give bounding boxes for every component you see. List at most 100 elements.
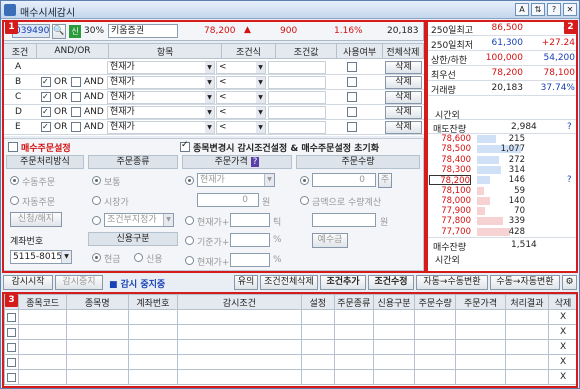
base-plus-label: 기준가+ xyxy=(197,238,230,248)
bid-level[interactable]: 77,700 428 xyxy=(427,227,577,237)
or-checkbox[interactable]: ✓ xyxy=(41,122,51,132)
row-checkbox[interactable] xyxy=(7,342,17,352)
base-plus-radio[interactable] xyxy=(185,236,194,245)
and-checkbox[interactable] xyxy=(71,107,81,117)
deposit-button[interactable]: 예수금 xyxy=(312,233,348,248)
market-order-radio[interactable] xyxy=(92,196,101,205)
base-pct-input[interactable] xyxy=(230,233,270,247)
reset-on-change-checkbox[interactable] xyxy=(180,140,190,152)
or-checkbox[interactable]: ✓ xyxy=(41,107,51,117)
operator-select[interactable]: < ▼ xyxy=(216,76,266,89)
condition-value-input[interactable] xyxy=(268,76,326,89)
bid-level[interactable]: 78,000 140 xyxy=(427,196,577,206)
ask-level[interactable]: 78,200 146? xyxy=(427,175,577,186)
bid-level[interactable]: 77,900 70 xyxy=(427,206,577,216)
row-checkbox[interactable] xyxy=(7,372,17,382)
auto-to-manual-button[interactable]: 자동→수동변환 xyxy=(416,275,488,290)
apply-cancel-button[interactable]: 신청/해지 xyxy=(10,212,62,227)
bid-level[interactable]: 78,100 59 xyxy=(427,186,577,196)
note-button[interactable]: 유의 xyxy=(234,275,258,290)
operator-select[interactable]: < ▼ xyxy=(216,121,266,134)
price-type-select[interactable]: 현재가 ▼ xyxy=(197,173,275,187)
and-checkbox[interactable] xyxy=(71,122,81,132)
row-delete-button[interactable]: X xyxy=(548,369,578,385)
tick-input[interactable] xyxy=(230,213,270,227)
bid-level[interactable]: 77,800 339 xyxy=(427,216,577,226)
condition-value-input[interactable] xyxy=(268,61,326,74)
amount-radio[interactable] xyxy=(300,196,309,205)
row-delete-button[interactable]: X xyxy=(548,339,578,355)
price-select-radio[interactable] xyxy=(185,176,194,185)
qty-radio[interactable] xyxy=(300,176,309,185)
start-watch-button[interactable]: 감시시작 xyxy=(3,275,53,290)
use-checkbox[interactable] xyxy=(347,77,357,87)
item-select[interactable]: 현재가 ▼ xyxy=(107,91,215,104)
close-button[interactable]: ✕ xyxy=(563,3,577,16)
use-checkbox[interactable] xyxy=(347,92,357,102)
operator-select[interactable]: < ▼ xyxy=(216,61,266,74)
buy-order-checkbox[interactable] xyxy=(8,142,18,152)
row-checkbox[interactable] xyxy=(7,327,17,337)
or-checkbox[interactable]: ✓ xyxy=(41,92,51,102)
stop-watch-button[interactable]: 감시중지 xyxy=(55,275,103,290)
use-checkbox[interactable] xyxy=(347,62,357,72)
use-checkbox[interactable] xyxy=(347,107,357,117)
item-select[interactable]: 현재가 ▼ xyxy=(107,61,215,74)
delete-row-button[interactable]: 삭제 xyxy=(385,91,422,104)
condition-row: A 현재가 ▼ < ▼ 삭제 xyxy=(3,60,424,75)
help-icon[interactable]: ? xyxy=(567,122,572,132)
qty-cell: 146 xyxy=(508,175,525,186)
price-input[interactable]: 0 xyxy=(197,193,259,207)
font-size-button[interactable]: A xyxy=(515,3,529,16)
col-delete-all[interactable]: 전체삭제 xyxy=(381,43,425,59)
conditional-select[interactable]: 조건부지정가 ▼ xyxy=(104,213,174,227)
ask-level[interactable]: 78,300 314 xyxy=(427,165,577,175)
search-button[interactable]: 🔍 xyxy=(52,24,66,39)
delete-row-button[interactable]: 삭제 xyxy=(385,61,422,74)
item-select[interactable]: 현재가 ▼ xyxy=(107,121,215,134)
help-icon[interactable]: ? xyxy=(250,157,260,167)
and-checkbox[interactable] xyxy=(71,92,81,102)
item-select[interactable]: 현재가 ▼ xyxy=(107,106,215,119)
manual-order-radio[interactable] xyxy=(10,176,19,185)
amount-input[interactable] xyxy=(312,213,376,227)
qty-input[interactable]: 0 xyxy=(312,173,376,187)
condition-value-input[interactable] xyxy=(268,121,326,134)
delete-row-button[interactable]: 삭제 xyxy=(385,106,422,119)
help-button[interactable]: ? xyxy=(547,3,561,16)
auto-order-radio[interactable] xyxy=(10,196,19,205)
or-checkbox[interactable]: ✓ xyxy=(41,77,51,87)
current-pct-input[interactable] xyxy=(230,253,270,267)
current-plus-radio[interactable] xyxy=(185,216,194,225)
delete-row-button[interactable]: 삭제 xyxy=(385,121,422,134)
help-icon[interactable]: ? xyxy=(567,175,572,185)
row-checkbox[interactable] xyxy=(7,312,17,322)
row-delete-button[interactable]: X xyxy=(548,354,578,370)
current-pct-radio[interactable] xyxy=(185,256,194,265)
operator-select[interactable]: < ▼ xyxy=(216,91,266,104)
ask-level[interactable]: 78,500 1,077 xyxy=(427,144,577,154)
settings-button[interactable]: ⚙ xyxy=(562,275,577,290)
row-delete-button[interactable]: X xyxy=(548,309,578,325)
condition-value-input[interactable] xyxy=(268,91,326,104)
credit-radio[interactable] xyxy=(134,253,143,262)
row-delete-button[interactable]: X xyxy=(548,324,578,340)
add-condition-button[interactable]: 조건추가 xyxy=(320,275,366,290)
and-checkbox[interactable] xyxy=(71,77,81,87)
item-select[interactable]: 현재가 ▼ xyxy=(107,76,215,89)
account-select[interactable]: 5115-8015 ▼ xyxy=(10,250,72,264)
link-button[interactable]: ⇅ xyxy=(531,3,545,16)
use-checkbox[interactable] xyxy=(347,122,357,132)
conditional-order-radio[interactable] xyxy=(92,216,101,225)
cash-radio[interactable] xyxy=(92,253,101,262)
edit-condition-button[interactable]: 조건수정 xyxy=(368,275,414,290)
ask-level[interactable]: 78,600 215 xyxy=(427,134,577,144)
operator-select[interactable]: < ▼ xyxy=(216,106,266,119)
manual-to-auto-button[interactable]: 수동→자동변환 xyxy=(490,275,560,290)
normal-order-radio[interactable] xyxy=(92,176,101,185)
condition-value-input[interactable] xyxy=(268,106,326,119)
delete-all-conditions-button[interactable]: 조건전체삭제 xyxy=(260,275,318,290)
delete-row-button[interactable]: 삭제 xyxy=(385,76,422,89)
ask-level[interactable]: 78,400 272 xyxy=(427,155,577,165)
row-checkbox[interactable] xyxy=(7,357,17,367)
